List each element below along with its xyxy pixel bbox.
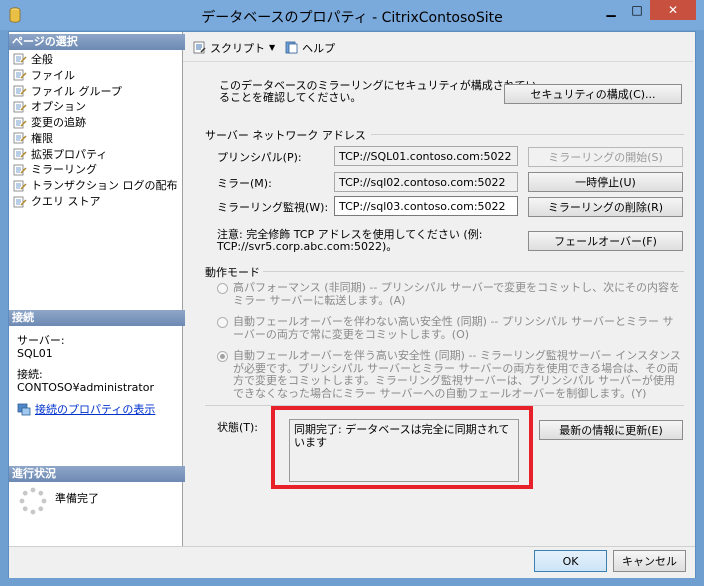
page-item[interactable]: ファイル グループ (13, 83, 178, 99)
security-text-line2: ることを確認してください。 (219, 91, 362, 104)
page-icon (13, 164, 27, 176)
network-address-group-label: サーバー ネットワーク アドレス (205, 129, 366, 142)
page-item[interactable]: クエリ ストア (13, 193, 178, 209)
script-dropdown-icon[interactable]: ▼ (269, 43, 275, 52)
note-line2: TCP://svr5.corp.abc.com:5022)。 (217, 240, 398, 253)
progress-spinner-icon (19, 487, 47, 515)
remove-mirroring-button[interactable]: ミラーリングの削除(R) (528, 197, 683, 217)
mode-high-performance-text: 高パフォーマンス (非同期) -- プリンシパル サーバーで変更をコミットし、次… (233, 281, 680, 307)
mode-high-safety-no-failover-text: 自動フェールオーバーを伴わない高い安全性 (同期) -- プリンシパル サーバー… (233, 315, 674, 341)
script-button[interactable]: スクリプト ▼ (192, 40, 275, 56)
toolbar: スクリプト ▼ ヘルプ (183, 34, 693, 62)
page-item-label: ファイル グループ (31, 84, 122, 98)
page-item-label: クエリ ストア (31, 195, 101, 209)
server-value: SQL01 (17, 346, 53, 360)
operating-mode-divider (263, 271, 684, 272)
operating-mode-group-label: 動作モード (205, 266, 260, 279)
page-item-label: 全般 (31, 52, 53, 66)
page-icon (13, 148, 27, 160)
page-item-label: 拡張プロパティ (31, 147, 108, 161)
help-label: ヘルプ (302, 41, 336, 55)
script-label: スクリプト (210, 41, 265, 55)
start-mirroring-button[interactable]: ミラーリングの開始(S) (528, 147, 683, 167)
page-icon (13, 69, 27, 81)
page-item[interactable]: ミラーリング (13, 162, 178, 178)
close-button[interactable]: ✕ (650, 0, 696, 20)
mode-high-performance-radio[interactable] (217, 283, 228, 294)
pause-button[interactable]: 一時停止(U) (528, 172, 683, 192)
page-item-label: ファイル (31, 68, 75, 82)
address-note: 注意: 完全修飾 TCP アドレスを使用してください (例: TCP://svr… (217, 229, 482, 253)
page-item-label: オプション (31, 100, 86, 114)
left-pane: ページの選択 全般ファイルファイル グループ オプション変更の追跡 権限拡張プロパテ… (9, 32, 185, 546)
page-item[interactable]: オプション (13, 98, 178, 114)
network-group-divider (371, 134, 684, 135)
server-label: サーバー: (17, 334, 65, 347)
progress-area: 準備完了 (19, 487, 99, 515)
page-item-label: トランザクション ログの配布 (31, 179, 178, 193)
page-item[interactable]: 全般 (13, 51, 178, 67)
page-icon (13, 53, 27, 65)
mode-high-safety-failover-radio[interactable] (217, 351, 228, 362)
page-item[interactable]: 拡張プロパティ (13, 146, 178, 162)
mode-high-safety-failover-option[interactable]: 自動フェールオーバーを伴う高い安全性 (同期) -- ミラーリング監視サーバー … (217, 349, 681, 400)
page-icon (13, 196, 27, 207)
page-item[interactable]: 変更の追跡 (13, 114, 178, 130)
page-icon (13, 132, 27, 144)
connection-properties-icon (17, 403, 31, 416)
cancel-button[interactable]: キャンセル (613, 550, 686, 572)
progress-status: 準備完了 (55, 492, 99, 505)
page-item[interactable]: ファイル (13, 67, 178, 83)
dialog-client: ページの選択 全般ファイルファイル グループ オプション変更の追跡 権限拡張プロパテ… (8, 31, 696, 578)
view-connection-properties-link[interactable]: 接続のプロパティの表示 (17, 401, 155, 417)
page-item[interactable]: 権限 (13, 130, 178, 146)
page-item-label: ミラーリング (31, 163, 97, 177)
page-icon (13, 85, 27, 97)
dialog-window: データベースのプロパティ - CitrixContosoSite ▁ □ ✕ ペ… (0, 0, 704, 586)
witness-label: ミラーリング監視(W): (217, 201, 329, 214)
mode-high-safety-failover-text: 自動フェールオーバーを伴う高い安全性 (同期) -- ミラーリング監視サーバー … (233, 349, 681, 400)
mode-high-safety-no-failover-radio[interactable] (217, 317, 228, 328)
mirror-address-field[interactable]: TCP://sql02.contoso.com:5022 (334, 172, 518, 192)
page-item-label: 権限 (31, 131, 53, 145)
connection-label: 接続: (17, 368, 43, 381)
security-description: このデータベースのミラーリングにセキュリティが構成されてい ることを確認してくだ… (219, 80, 536, 104)
maximize-button[interactable]: □ (624, 0, 650, 20)
title-bar[interactable]: データベースのプロパティ - CitrixContosoSite ▁ □ ✕ (0, 0, 704, 30)
status-label: 状態(T): (217, 421, 259, 434)
mode-high-safety-no-failover-option[interactable]: 自動フェールオーバーを伴わない高い安全性 (同期) -- プリンシパル サーバー… (217, 315, 681, 341)
connection-info: サーバー: SQL01 接続: CONTOSO¥administrator (17, 334, 154, 394)
principal-label: プリンシパル(P): (217, 151, 302, 164)
script-icon (193, 41, 206, 54)
connection-header: 接続 (9, 310, 185, 326)
mode-high-performance-option[interactable]: 高パフォーマンス (非同期) -- プリンシパル サーバーで変更をコミットし、次… (217, 281, 681, 307)
minimize-button[interactable]: ▁ (598, 0, 624, 20)
help-icon (285, 41, 298, 54)
witness-address-field[interactable]: TCP://sql03.contoso.com:5022 (334, 196, 518, 216)
configure-security-button[interactable]: セキュリティの構成(C)... (504, 84, 682, 104)
highlight-box (271, 406, 533, 489)
page-list: 全般ファイルファイル グループ オプション変更の追跡 権限拡張プロパティ ミラーリング… (13, 51, 178, 209)
refresh-button[interactable]: 最新の情報に更新(E) (539, 420, 683, 440)
page-item-label: 変更の追跡 (31, 116, 86, 130)
page-item[interactable]: トランザクション ログの配布 (13, 177, 178, 193)
page-icon (13, 180, 27, 192)
ok-button[interactable]: OK (534, 550, 607, 572)
progress-header: 進行状況 (9, 466, 185, 482)
mirror-label: ミラー(M): (217, 177, 272, 190)
view-connection-link-text[interactable]: 接続のプロパティの表示 (35, 401, 155, 417)
help-button[interactable]: ヘルプ (284, 40, 335, 56)
page-icon (13, 117, 27, 128)
pages-header: ページの選択 (9, 34, 185, 50)
failover-button[interactable]: フェールオーバー(F) (528, 231, 683, 251)
page-icon (13, 101, 27, 113)
connection-value: CONTOSO¥administrator (17, 380, 154, 394)
principal-address-field[interactable]: TCP://SQL01.contoso.com:5022 (334, 146, 518, 166)
